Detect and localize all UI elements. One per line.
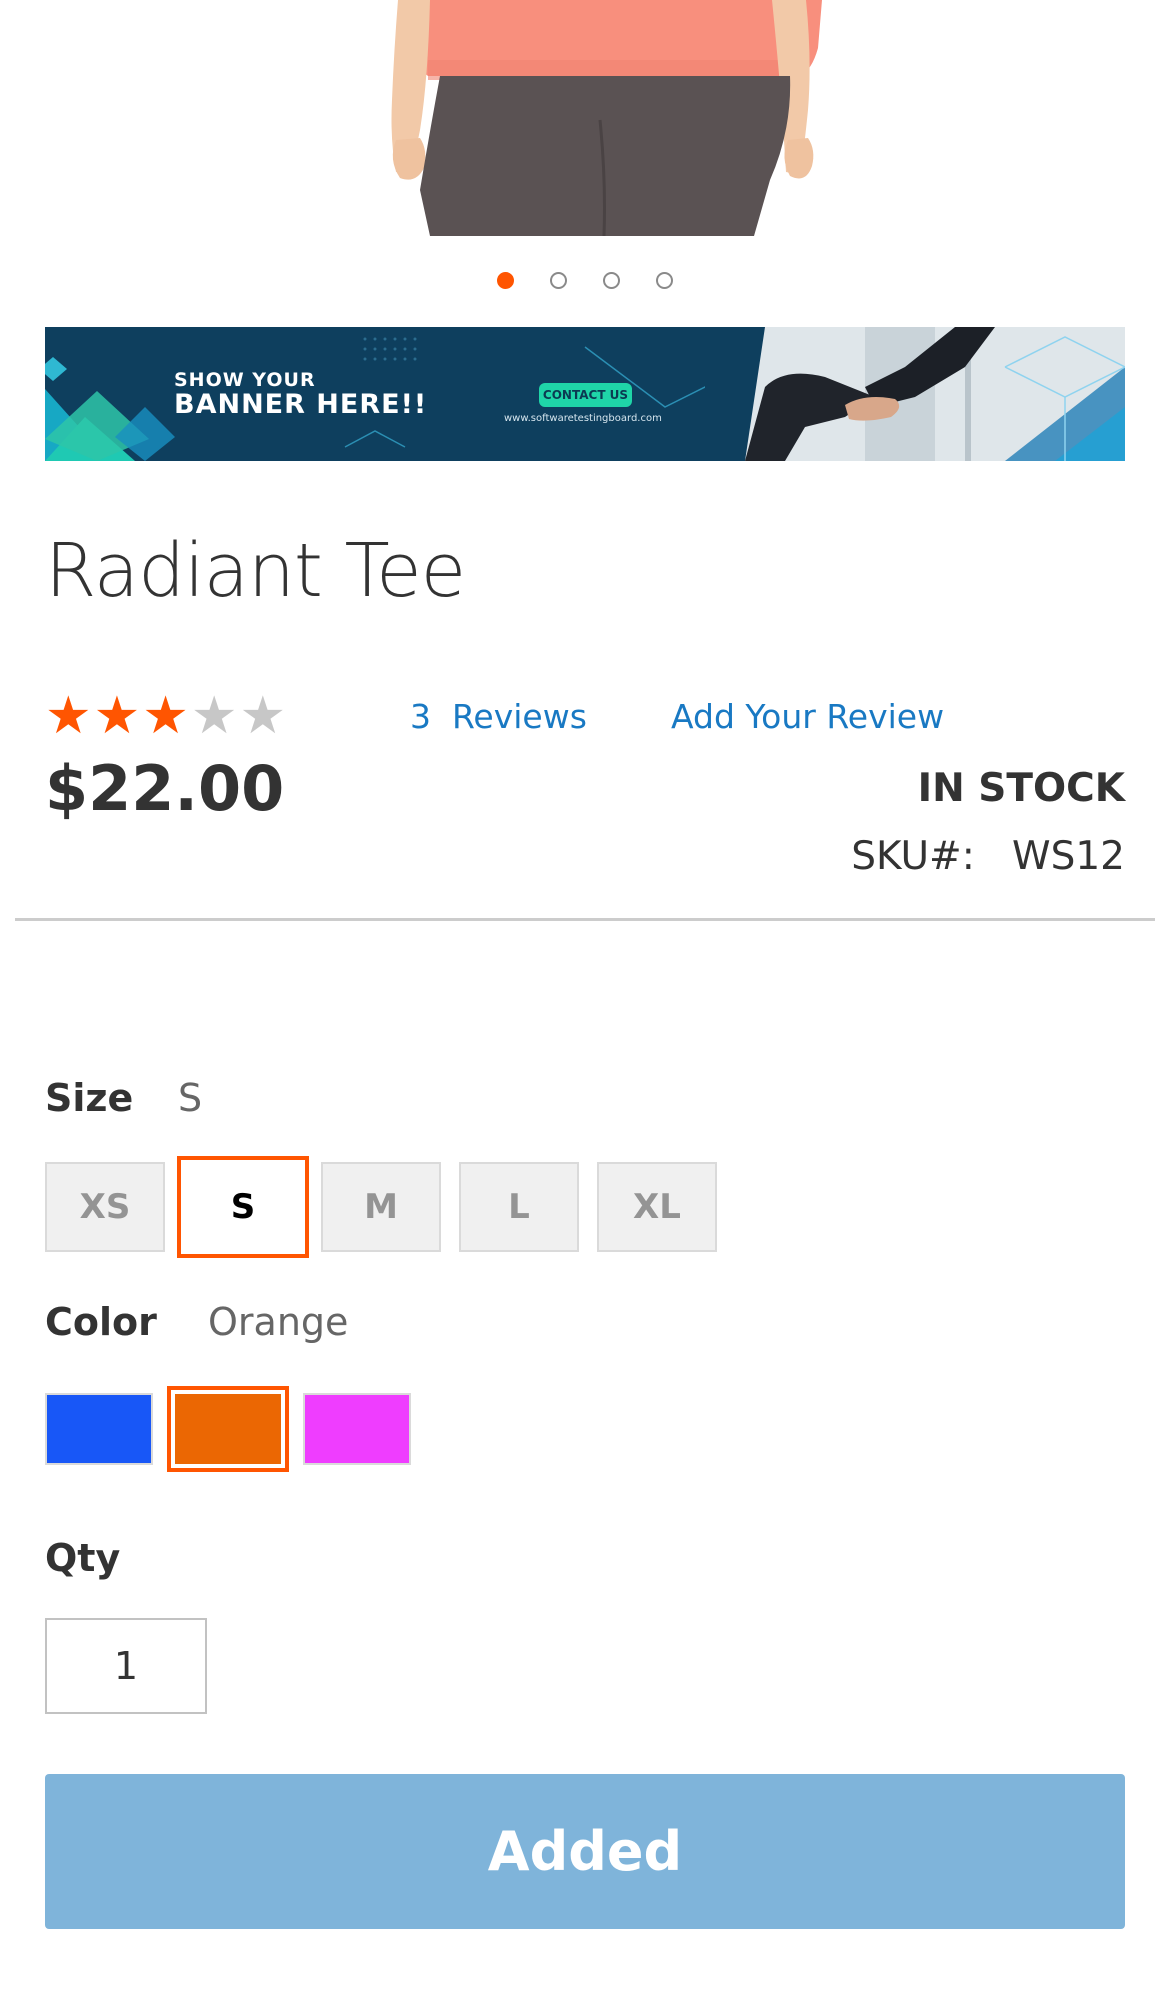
- size-selected-value: S: [178, 1076, 203, 1120]
- qty-input[interactable]: [45, 1618, 207, 1714]
- promo-banner[interactable]: SHOW YOUR BANNER HERE!! CONTACT US www.s…: [45, 327, 1125, 461]
- qty-label: Qty: [45, 1536, 121, 1580]
- star-filled-icon: ★: [142, 686, 189, 746]
- color-options: [45, 1386, 411, 1472]
- size-label: Size: [45, 1076, 134, 1120]
- color-label: Color: [45, 1300, 157, 1344]
- reviews-link[interactable]: 3 Reviews: [410, 697, 587, 736]
- gallery-dot-2[interactable]: [550, 272, 567, 289]
- add-review-link[interactable]: Add Your Review: [671, 697, 944, 736]
- gallery-pagination: [0, 272, 1170, 292]
- color-swatch-fill: [175, 1394, 281, 1464]
- color-swatch-purple[interactable]: [303, 1393, 411, 1465]
- star-filled-icon: ★: [93, 686, 141, 746]
- gallery-dot-4[interactable]: [656, 272, 673, 289]
- reviews-label: Reviews: [451, 697, 587, 736]
- stock-status: IN STOCK: [917, 766, 1125, 811]
- reviews-count: 3: [410, 697, 431, 736]
- banner-headline-1: SHOW YOUR: [174, 369, 316, 391]
- sku-value: WS12: [1012, 834, 1125, 879]
- gallery-dot-3[interactable]: [603, 272, 620, 289]
- rating-stars: ★ ★ ★ ★ ★: [45, 690, 286, 742]
- size-option-xs[interactable]: XS: [45, 1162, 165, 1252]
- size-option-s[interactable]: S: [177, 1156, 309, 1258]
- product-price: $22.00: [45, 752, 285, 825]
- add-to-cart-button[interactable]: Added: [45, 1774, 1125, 1929]
- color-selected-value: Orange: [208, 1300, 349, 1344]
- banner-url: www.softwaretestingboard.com: [504, 413, 662, 424]
- size-options: XS S M L XL: [45, 1156, 717, 1258]
- star-empty-icon: ★: [239, 686, 287, 746]
- product-sku: SKU#: WS12: [851, 834, 1125, 879]
- banner-contact-button[interactable]: CONTACT US: [539, 383, 632, 407]
- size-option-l[interactable]: L: [459, 1162, 579, 1252]
- gallery-dot-1[interactable]: [497, 272, 514, 289]
- color-swatch-blue[interactable]: [45, 1393, 153, 1465]
- sku-label: SKU#:: [851, 834, 975, 879]
- product-photo: [391, 0, 822, 236]
- product-image[interactable]: [0, 0, 1170, 236]
- divider: [15, 918, 1155, 921]
- size-option-m[interactable]: M: [321, 1162, 441, 1252]
- product-title: Radiant Tee: [45, 528, 466, 614]
- size-option-xl[interactable]: XL: [597, 1162, 717, 1252]
- star-filled-icon: ★: [45, 686, 92, 746]
- banner-headline-2: BANNER HERE!!: [174, 389, 428, 420]
- color-swatch-orange[interactable]: [167, 1386, 289, 1472]
- star-empty-icon: ★: [190, 686, 238, 746]
